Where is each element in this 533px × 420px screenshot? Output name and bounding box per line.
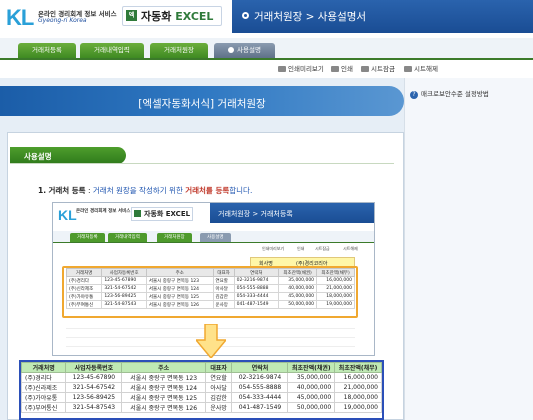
- unlock-icon: [404, 66, 412, 72]
- cell: 16,000,000: [334, 372, 382, 383]
- screenshot-title: 거래처원장 > 거래처등록: [218, 210, 293, 218]
- cell: 321-54-87543: [65, 402, 123, 413]
- col-header: 최초잔액(채권): [287, 362, 336, 373]
- screenshot-excel-icon: [134, 210, 141, 217]
- right-sidebar: [404, 78, 533, 420]
- cell: 123-56-89425: [65, 392, 123, 403]
- logo-subtitle: Gyeong-ri Korea: [38, 17, 87, 24]
- screenshot-tab-input: 거래내역입력: [108, 233, 147, 242]
- cell: 운사망: [204, 402, 233, 413]
- tab-usage-label: 사용설명: [237, 46, 261, 54]
- cell: 연요할: [204, 372, 233, 383]
- macro-security-help-link[interactable]: ? 매크로보안수준 설정방법: [410, 88, 489, 99]
- cell: (주)가야유통: [20, 392, 67, 403]
- screenshot-tool-lock: 시트잠금: [315, 246, 330, 251]
- col-header: 거래처명: [20, 362, 67, 373]
- screenshot-tab-ledger: 거래처원장: [157, 233, 192, 242]
- screenshot-tool-preview: 인쇄미리보기: [262, 246, 285, 251]
- app-header: KL 온라인 경리회계 정보 서비스 Gyeong-ri Korea 엑 자동화…: [0, 0, 533, 38]
- down-arrow-icon: [196, 324, 226, 358]
- cell: 서울시 중랑구 면목동 125: [121, 392, 206, 403]
- print-button[interactable]: 인쇄: [331, 63, 353, 73]
- cell: 35,000,000: [287, 372, 336, 383]
- print-icon: [331, 66, 339, 72]
- screenshot-app-name: 자동화 EXCEL: [144, 210, 191, 218]
- toolbar: [0, 62, 533, 76]
- col-header: 대표자: [204, 362, 233, 373]
- table-row: (주)가야유통 123-56-89425 서울시 중랑구 면목동 125 김갑한…: [20, 392, 382, 403]
- screenshot-kl-logo: KL: [58, 207, 77, 223]
- cell: 054-333-4444: [231, 392, 289, 403]
- cell: 054-555-8888: [231, 382, 289, 393]
- kl-logo[interactable]: KL: [6, 6, 34, 30]
- sheet-lock-button[interactable]: 시트잠금: [361, 63, 395, 73]
- page-title: 거래처원장 > 사용설명서: [254, 11, 367, 23]
- cell: (주)신라제조: [20, 382, 67, 393]
- screenshot-tool-unlock: 시트해제: [343, 246, 358, 251]
- screenshot-tab-register: 거래처등록: [70, 233, 105, 242]
- section-divider: [10, 163, 394, 164]
- client-result-table: 거래처명 사업자등록번호 주소 대표자 연락처 최초잔액(채권) 최초잔액(채무…: [20, 362, 382, 413]
- screenshot-tagline: 온라인 경리회계 정보 서비스: [76, 209, 131, 214]
- cell: 서울시 중랑구 면목동 123: [121, 372, 206, 383]
- cell: 19,000,000: [334, 402, 382, 413]
- highlight-box: [62, 266, 358, 318]
- help-link-label: 매크로보안수준 설정방법: [421, 90, 489, 98]
- cell: 서울시 중랑구 면목동 126: [121, 402, 206, 413]
- tab-transaction-input[interactable]: 거래내역입력: [80, 43, 144, 58]
- cell: (주)부여통신: [20, 402, 67, 413]
- tab-usage[interactable]: 사용설명: [214, 43, 275, 58]
- col-header: 연락처: [231, 362, 289, 373]
- screenshot-tool-print: 인쇄: [297, 246, 305, 251]
- cell: 02-3216-9874: [231, 372, 289, 383]
- col-header: 최초잔액(채무): [334, 362, 382, 373]
- table-row: (주)신라제조 321-54-67542 서울시 중랑구 면목동 124 아사달…: [20, 382, 382, 393]
- app-name: 자동화 EXCEL: [141, 10, 214, 23]
- table-row: (주)부여통신 321-54-87543 서울시 중랑구 면목동 126 운사망…: [20, 402, 382, 413]
- lock-icon: [361, 66, 369, 72]
- tab-ledger[interactable]: 거래처원장: [150, 43, 208, 58]
- cell: 041-487-1549: [231, 402, 289, 413]
- col-header: 주소: [121, 362, 206, 373]
- cell: 321-54-67542: [65, 382, 123, 393]
- tab-register[interactable]: 거래처등록: [18, 43, 76, 58]
- cell: 18,000,000: [334, 392, 382, 403]
- screenshot-tab-usage: 사용설명: [200, 233, 231, 242]
- col-header: 사업자등록번호: [65, 362, 123, 373]
- cell: 50,000,000: [287, 402, 336, 413]
- cell: 서울시 중랑구 면목동 124: [121, 382, 206, 393]
- table-row: (주)경리다 123-45-67890 서울시 중랑구 면목동 123 연요할 …: [20, 372, 382, 383]
- cell: 40,000,000: [287, 382, 336, 393]
- print-preview-button[interactable]: 인쇄미리보기: [278, 63, 324, 73]
- help-icon: ?: [410, 91, 418, 99]
- info-icon: [228, 47, 234, 53]
- cell: 45,000,000: [287, 392, 336, 403]
- cell: (주)경리다: [20, 372, 67, 383]
- print-preview-icon: [278, 66, 286, 72]
- excel-icon: 엑: [126, 10, 137, 21]
- circle-bullet-icon: [242, 12, 249, 19]
- banner-title: [엑셀자동화서식] 거래처원장: [138, 98, 266, 110]
- step-description: 1. 거래처 등록 : 거래처 원장을 작성하기 위한 거래처를 등록합니다.: [38, 186, 253, 195]
- cell: 123-45-67890: [65, 372, 123, 383]
- cell: 김갑한: [204, 392, 233, 403]
- cell: 아사달: [204, 382, 233, 393]
- sheet-unlock-button[interactable]: 시트해제: [404, 63, 438, 73]
- section-label: 사용설명: [24, 152, 52, 161]
- cell: 21,000,000: [334, 382, 382, 393]
